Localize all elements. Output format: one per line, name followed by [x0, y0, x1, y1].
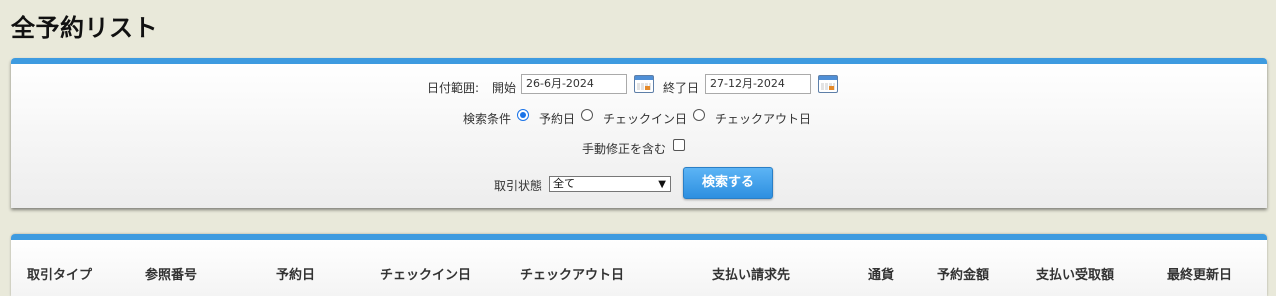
search-panel: 日付範囲: 開始 26-6月-2024 終了日 27-12月-2024 検索条件…	[11, 58, 1267, 208]
status-select[interactable]: 全て ▼	[549, 176, 671, 192]
column-header[interactable]: チェックイン日	[380, 264, 471, 283]
column-header[interactable]: 通貨	[868, 264, 894, 283]
column-header[interactable]: チェックアウト日	[520, 264, 624, 283]
radio-checkout-date[interactable]	[693, 109, 705, 121]
radio-checkin-date[interactable]	[581, 109, 593, 121]
date-range-label: 日付範囲:	[427, 81, 480, 95]
start-date-label: 開始	[492, 81, 517, 95]
column-header[interactable]: 支払い請求先	[712, 264, 790, 283]
end-date-label: 終了日	[663, 81, 700, 95]
column-header[interactable]: 支払い受取額	[1036, 264, 1114, 283]
criteria-label: 検索条件	[463, 112, 512, 126]
status-label: 取引状態	[494, 179, 543, 193]
column-header[interactable]: 予約日	[276, 264, 315, 283]
radio-checkout-date-label: チェックアウト日	[715, 112, 812, 126]
search-button[interactable]: 検索する	[683, 167, 773, 199]
column-header[interactable]: 予約金額	[937, 264, 989, 283]
radio-reservation-date-label: 予約日	[539, 112, 576, 126]
chevron-down-icon: ▼	[658, 179, 666, 190]
radio-checkin-date-label: チェックイン日	[603, 112, 688, 126]
radio-reservation-date[interactable]	[517, 109, 529, 121]
end-date-input[interactable]: 27-12月-2024	[705, 74, 811, 94]
status-select-value: 全て	[553, 177, 575, 190]
calendar-icon[interactable]	[634, 75, 654, 93]
manual-edit-label: 手動修正を含む	[582, 142, 667, 156]
manual-edit-checkbox[interactable]	[673, 139, 685, 151]
page-title: 全予約リスト	[11, 14, 158, 42]
start-date-input[interactable]: 26-6月-2024	[521, 74, 627, 94]
column-header[interactable]: 参照番号	[145, 264, 197, 283]
column-header[interactable]: 取引タイプ	[27, 264, 92, 283]
calendar-icon[interactable]	[818, 75, 838, 93]
column-header[interactable]: 最終更新日	[1167, 264, 1232, 283]
results-table-header: 取引タイプ 参照番号 予約日 チェックイン日 チェックアウト日 支払い請求先 通…	[11, 234, 1267, 296]
